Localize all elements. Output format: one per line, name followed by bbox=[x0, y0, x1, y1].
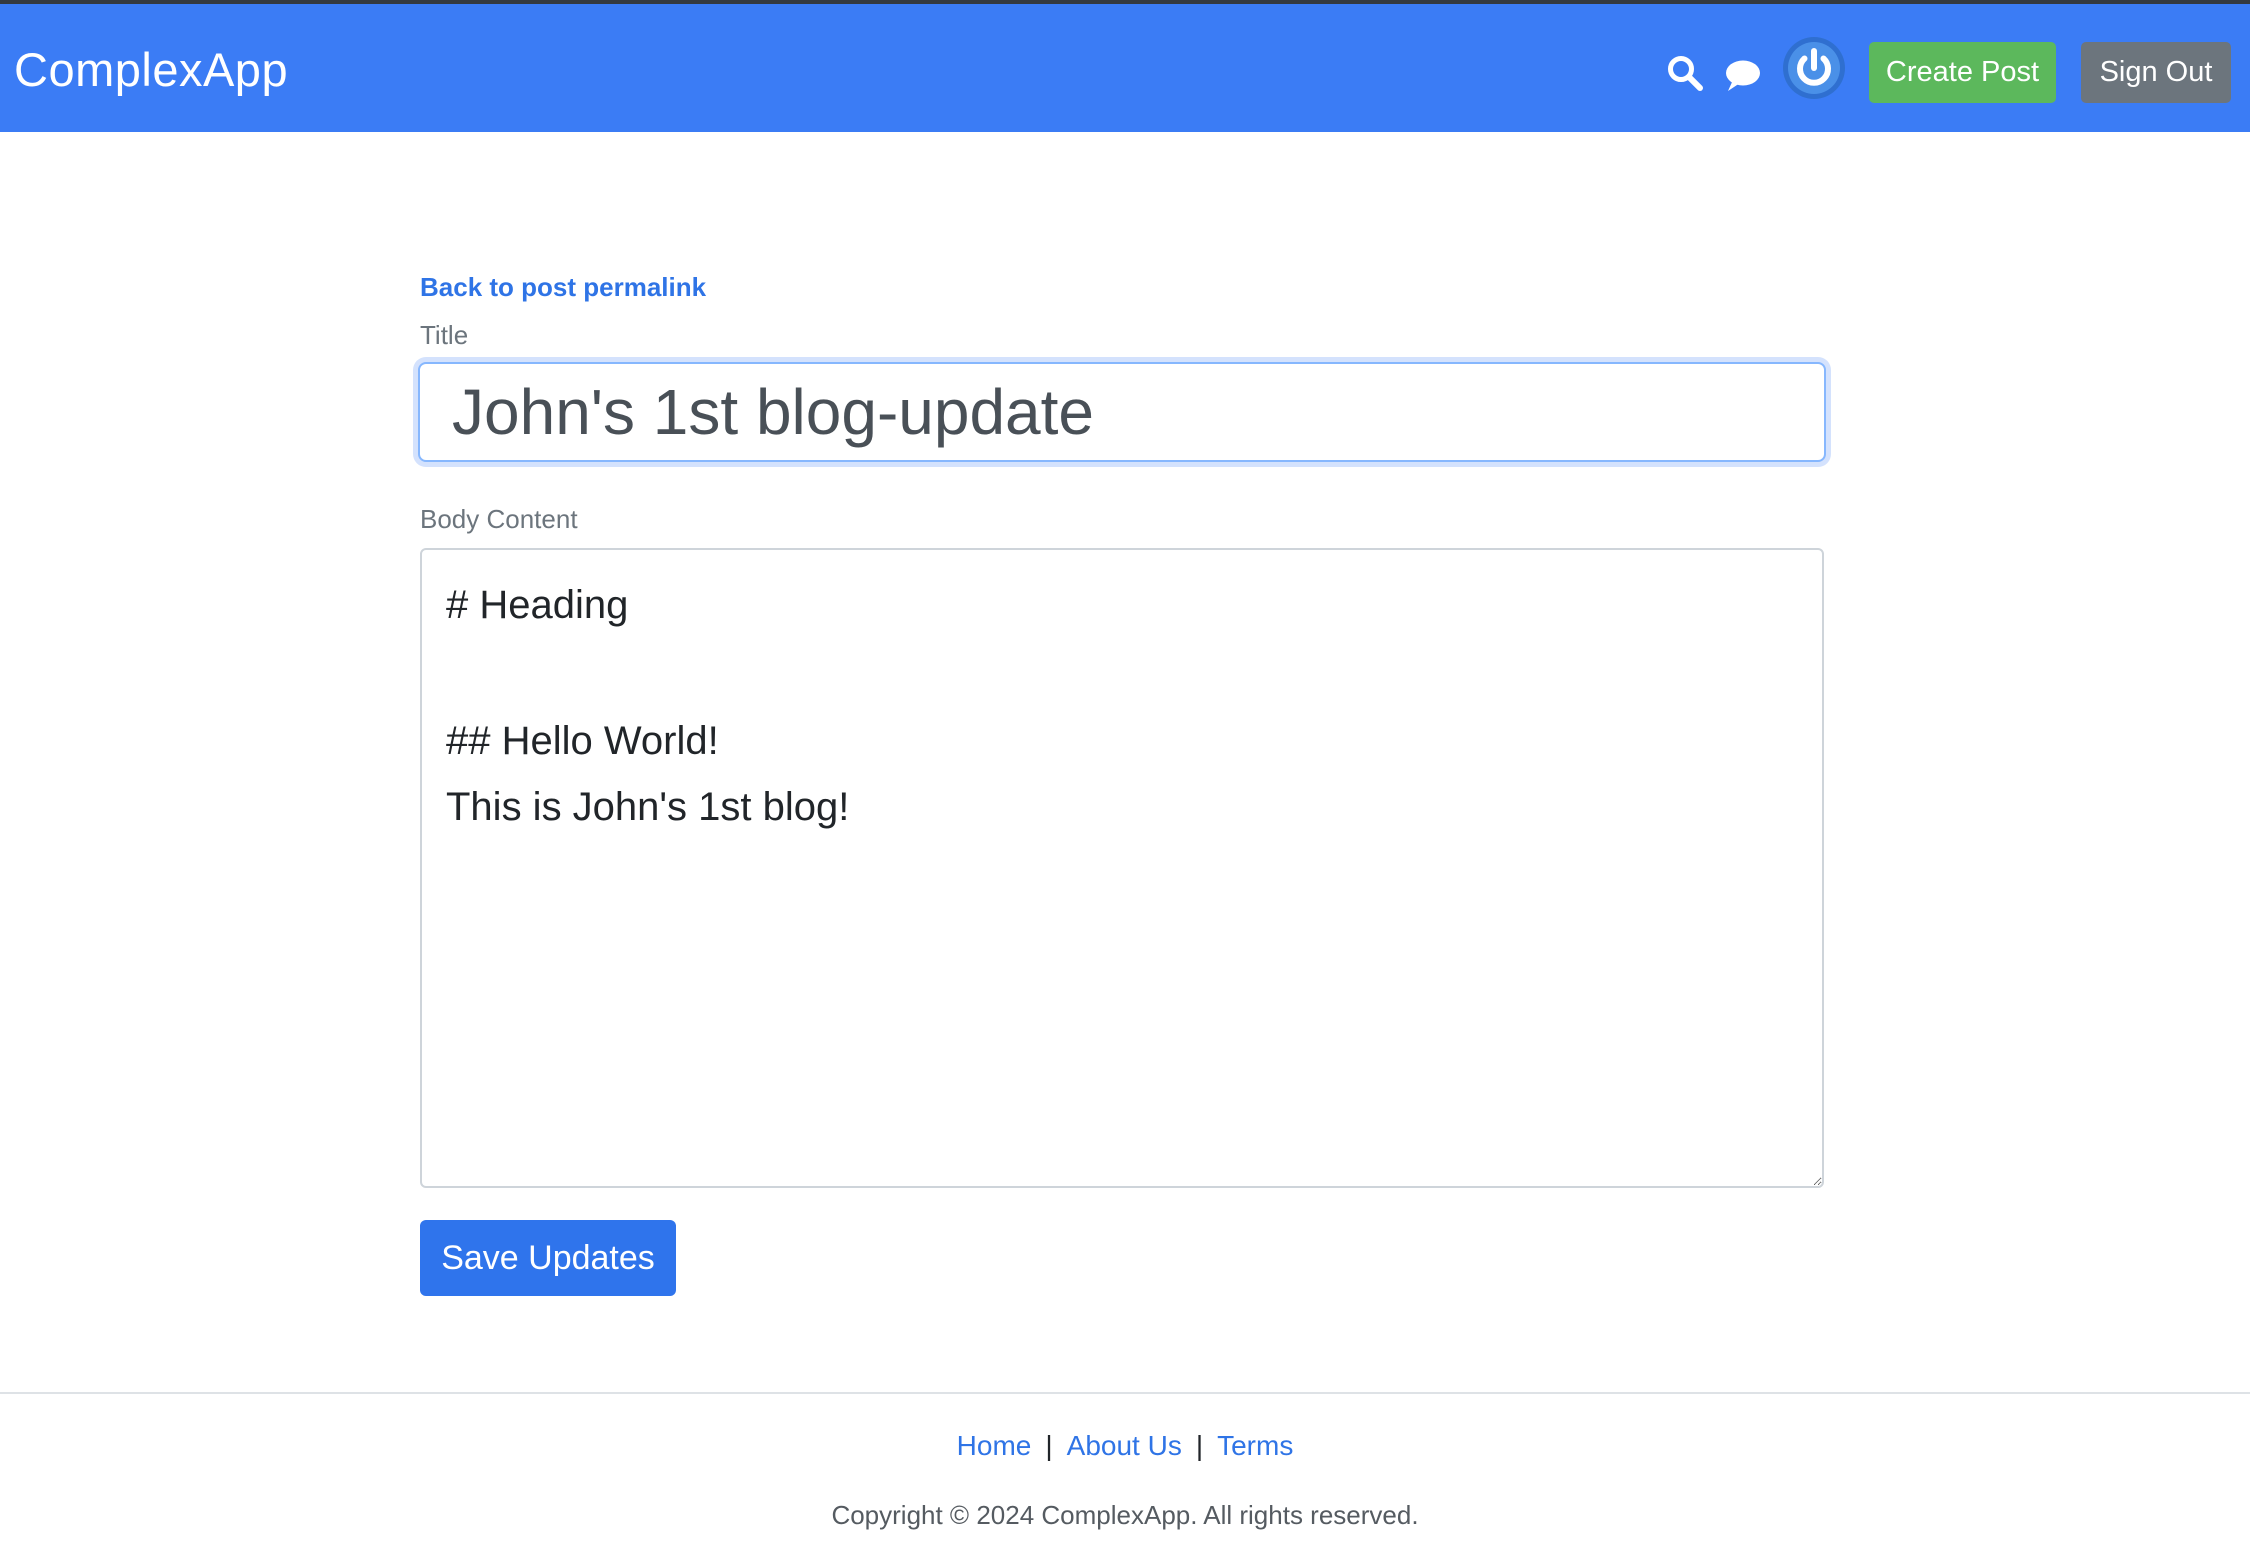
body-line: This is John's 1st blog! bbox=[446, 785, 850, 829]
navbar: ComplexApp Create Post Sign Out bbox=[0, 4, 2250, 132]
body-line: ## Hello World! bbox=[446, 719, 719, 763]
power-icon bbox=[1788, 42, 1840, 94]
footer-separator: | bbox=[1045, 1430, 1053, 1461]
copyright-text: Copyright © 2024 ComplexApp. All rights … bbox=[831, 1500, 1419, 1530]
avatar[interactable] bbox=[1783, 37, 1845, 99]
search-icon[interactable] bbox=[1666, 54, 1704, 92]
back-to-permalink-link[interactable]: Back to post permalink bbox=[420, 270, 706, 304]
footer-links: Home | About Us | Terms bbox=[0, 1426, 2250, 1466]
chat-icon[interactable] bbox=[1722, 58, 1762, 92]
body-blank-line bbox=[446, 638, 1798, 708]
title-input[interactable] bbox=[418, 362, 1826, 462]
footer-link-about[interactable]: About Us bbox=[1067, 1430, 1182, 1461]
save-updates-button[interactable]: Save Updates bbox=[420, 1220, 676, 1296]
footer-divider bbox=[0, 1392, 2250, 1394]
footer-separator: | bbox=[1195, 1430, 1204, 1461]
sign-out-button[interactable]: Sign Out bbox=[2081, 42, 2231, 103]
brand-logo[interactable]: ComplexApp bbox=[14, 40, 288, 100]
title-label: Title bbox=[420, 320, 469, 350]
footer-link-home[interactable]: Home bbox=[957, 1430, 1032, 1461]
body-content-label: Body Content bbox=[420, 504, 578, 534]
body-line: # Heading bbox=[446, 583, 629, 627]
body-content-textarea[interactable]: # Heading ## Hello World! This is John's… bbox=[420, 548, 1824, 1188]
footer-link-terms[interactable]: Terms bbox=[1217, 1430, 1293, 1461]
create-post-button[interactable]: Create Post bbox=[1869, 42, 2056, 103]
